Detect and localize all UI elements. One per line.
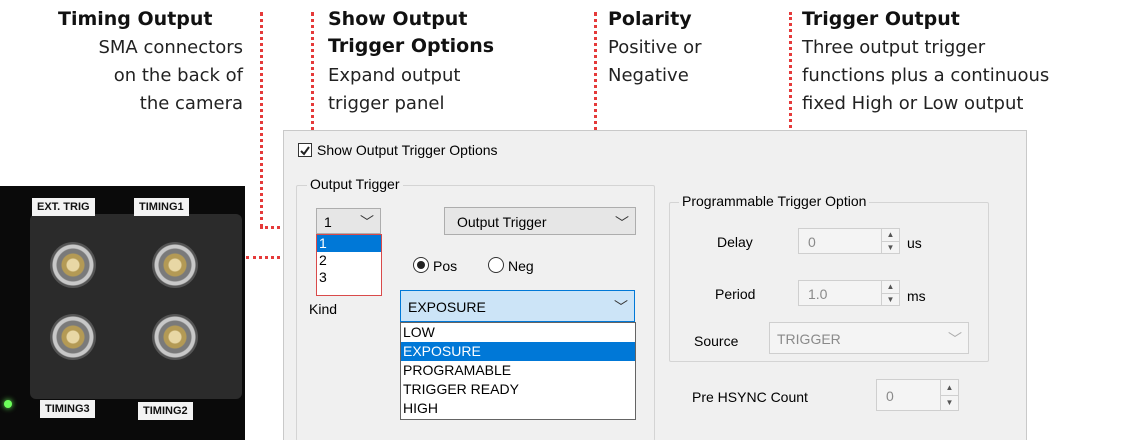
trigger-output-line-2: functions plus a continuous <box>802 65 1050 86</box>
kind-label: Kind <box>309 301 338 317</box>
pre-hsync-label: Pre HSYNC Count <box>692 389 808 405</box>
chevron-down-icon: ﹀ <box>948 331 962 347</box>
delay-label: Delay <box>717 234 753 250</box>
show-options-leader <box>311 12 314 144</box>
trigger-mode-combo[interactable]: Output Trigger ﹀ <box>444 207 636 235</box>
kind-combo[interactable]: EXPOSURE ﹀ <box>400 290 635 322</box>
pre-hsync-spinbox[interactable]: 0 ▲ ▼ <box>876 379 959 411</box>
timing1-label: TIMING1 <box>134 198 189 216</box>
check-icon <box>300 146 310 156</box>
timing3-label: TIMING3 <box>40 400 95 418</box>
output-trigger-group-title: Output Trigger <box>307 176 403 192</box>
kind-option-low[interactable]: LOW <box>401 323 635 342</box>
polarity-title: Polarity <box>608 8 692 30</box>
show-options-checkbox[interactable] <box>298 143 312 157</box>
delay-spin-buttons[interactable]: ▲ ▼ <box>881 229 899 253</box>
down-arrow-icon[interactable]: ▼ <box>882 293 899 305</box>
source-label: Source <box>694 333 739 349</box>
pre-hsync-value: 0 <box>886 388 894 404</box>
timing-output-title: Timing Output <box>58 8 213 30</box>
kind-option-high[interactable]: HIGH <box>401 399 635 418</box>
show-options-label[interactable]: Show Output Trigger Options <box>317 142 498 158</box>
trigger-output-line-3: fixed High or Low output <box>802 93 1024 114</box>
up-arrow-icon[interactable]: ▲ <box>882 281 899 293</box>
show-options-line-1: Expand output <box>328 65 461 86</box>
polarity-pos-radio[interactable] <box>413 257 429 273</box>
show-options-line-2: trigger panel <box>328 93 445 114</box>
connector-plate <box>30 214 242 399</box>
polarity-neg-label[interactable]: Neg <box>508 258 534 274</box>
down-arrow-icon[interactable]: ▼ <box>941 395 958 409</box>
up-arrow-icon[interactable]: ▲ <box>941 380 958 395</box>
trigger-output-line-1: Three output trigger <box>802 37 986 58</box>
period-value: 1.0 <box>808 286 828 302</box>
chevron-down-icon: ﹀ <box>360 214 374 230</box>
down-arrow-icon[interactable]: ▼ <box>882 241 899 253</box>
trigger-number-option-3[interactable]: 3 <box>317 269 381 286</box>
trigger-number-value: 1 <box>324 214 332 230</box>
trigger-number-option-1[interactable]: 1 <box>317 235 381 252</box>
polarity-neg-radio[interactable] <box>488 257 504 273</box>
timing-output-line-3: the camera <box>139 93 243 114</box>
trigger-number-combo[interactable]: 1 ﹀ <box>316 208 381 234</box>
trigger-mode-value: Output Trigger <box>457 214 547 230</box>
up-arrow-icon[interactable]: ▲ <box>882 229 899 241</box>
chevron-down-icon: ﹀ <box>614 299 628 315</box>
sma-connector-timing1 <box>152 242 198 288</box>
timing-output-line-2: on the back of <box>113 65 243 86</box>
source-value: TRIGGER <box>777 331 841 347</box>
trigger-number-option-2[interactable]: 2 <box>317 252 381 269</box>
output-trigger-panel: Show Output Trigger Options Output Trigg… <box>283 130 1027 440</box>
kind-option-exposure[interactable]: EXPOSURE <box>401 342 635 361</box>
delay-spinbox[interactable]: 0 ▲ ▼ <box>798 228 900 254</box>
period-unit: ms <box>907 288 926 304</box>
delay-unit: us <box>907 235 922 251</box>
sma-connector-timing3 <box>50 314 96 360</box>
timing2-label: TIMING2 <box>138 402 193 420</box>
sma-connector-ext-trig <box>50 242 96 288</box>
polarity-pos-label[interactable]: Pos <box>433 258 457 274</box>
chevron-down-icon: ﹀ <box>615 215 629 231</box>
source-combo[interactable]: TRIGGER ﹀ <box>769 322 969 354</box>
show-options-title-1: Show Output <box>328 8 468 30</box>
pre-hsync-spin-buttons[interactable]: ▲ ▼ <box>940 380 958 410</box>
period-spinbox[interactable]: 1.0 ▲ ▼ <box>798 280 900 306</box>
polarity-line-1: Positive or <box>608 37 702 58</box>
status-led <box>4 400 12 408</box>
programmable-trigger-group-title: Programmable Trigger Option <box>679 193 870 209</box>
kind-dropdown-list[interactable]: LOW EXPOSURE PROGRAMABLE TRIGGER READY H… <box>400 322 636 420</box>
trigger-output-title: Trigger Output <box>802 8 960 30</box>
kind-option-programable[interactable]: PROGRAMABLE <box>401 361 635 380</box>
delay-value: 0 <box>808 234 816 250</box>
ext-trig-label: EXT. TRIG <box>32 198 95 216</box>
kind-value: EXPOSURE <box>408 299 486 315</box>
camera-back-photo: EXT. TRIG TIMING1 TIMING3 TIMING2 <box>0 186 245 440</box>
sma-connector-timing2 <box>152 314 198 360</box>
kind-option-trigger-ready[interactable]: TRIGGER READY <box>401 380 635 399</box>
show-options-title-2: Trigger Options <box>328 35 495 57</box>
period-label: Period <box>715 286 756 302</box>
timing-output-line-1: SMA connectors <box>98 37 243 58</box>
polarity-line-2: Negative <box>608 65 689 86</box>
period-spin-buttons[interactable]: ▲ ▼ <box>881 281 899 305</box>
timing-leader-vertical <box>260 12 263 228</box>
trigger-number-list[interactable]: 1 2 3 <box>316 234 382 296</box>
